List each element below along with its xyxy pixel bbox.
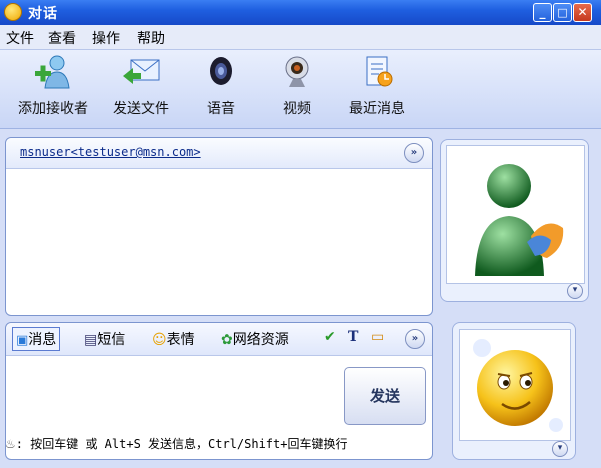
window-title: 对话 [28,6,58,22]
expand-contact-button[interactable]: » [404,143,424,163]
keyboard-icon: ♨ [5,437,16,451]
tab-web-resources-label: 网络资源 [232,332,289,348]
recent-messages-button[interactable]: 最近消息 [342,54,412,118]
voice-icon [201,54,241,90]
font-icon[interactable]: T [348,329,358,345]
tab-message[interactable]: ▣消息 [12,327,61,351]
tab-emoticon[interactable]: ☺表情 [152,329,195,349]
tab-emoticon-label: 表情 [166,332,195,348]
send-file-label: 发送文件 [113,101,169,117]
add-contact-icon [33,54,73,90]
msn-buddy-icon [475,164,564,276]
menu-file[interactable]: 文件 [6,28,34,48]
conversation-header: msnuser<testuser@msn.com> » [6,138,432,169]
expand-compose-button[interactable]: » [405,329,425,349]
emoticon-icon: ☺ [152,332,167,348]
menu-help[interactable]: 帮助 [137,28,165,48]
minimize-button[interactable]: _ [533,3,552,22]
contact-address[interactable]: msnuser<testuser@msn.com> [20,145,201,159]
background-icon[interactable]: ▭ [371,329,384,345]
compose-toolbar: ▣消息 ▤短信 ☺表情 ✿网络资源 ✔ T ▭ » [6,323,432,356]
send-hint: ♨: 按回车键 或 Alt+S 发送信息，Ctrl/Shift+回车键换行 [5,435,433,461]
sms-icon: ▤ [84,332,98,348]
conversation-window: 对话 _ □ ✕ 文件 查看 操作 帮助 添加接收者 发送文件 语音 视频 最近… [0,0,601,468]
close-button[interactable]: ✕ [573,3,592,22]
contact-avatar-panel: ▾ [440,139,589,302]
my-avatar-menu-button[interactable]: ▾ [552,441,568,457]
send-file-icon [121,54,161,90]
add-contact-label: 添加接收者 [18,101,88,117]
voice-label: 语音 [207,101,235,117]
smiley-avatar-icon [473,339,563,432]
app-smiley-icon [4,3,22,21]
conversation-history[interactable]: msnuser<testuser@msn.com> » [5,137,433,316]
menu-view[interactable]: 查看 [48,28,76,48]
webcam-icon [277,54,317,90]
my-avatar [459,329,571,441]
add-contact-button[interactable]: 添加接收者 [10,54,96,118]
my-avatar-panel: ▾ [452,322,576,460]
contact-avatar [446,145,585,284]
send-file-button[interactable]: 发送文件 [106,54,176,118]
tab-message-label: 消息 [28,332,57,348]
video-label: 视频 [283,101,311,117]
title-bar: 对话 _ □ ✕ [0,0,601,25]
maximize-button[interactable]: □ [553,3,572,22]
send-button[interactable]: 发送 [344,367,426,425]
send-hint-text: : 按回车键 或 Alt+S 发送信息，Ctrl/Shift+回车键换行 [15,437,348,451]
web-resources-icon: ✿ [221,332,233,348]
video-button[interactable]: 视频 [272,54,322,118]
tab-sms[interactable]: ▤短信 [84,329,125,349]
checkmark-icon[interactable]: ✔ [324,329,336,345]
recent-messages-label: 最近消息 [349,101,405,117]
menu-bar: 文件 查看 操作 帮助 [0,25,601,50]
voice-button[interactable]: 语音 [196,54,246,118]
toolbar: 添加接收者 发送文件 语音 视频 最近消息 [0,50,601,129]
message-icon: ▣ [16,333,29,348]
tab-sms-label: 短信 [97,332,126,348]
menu-actions[interactable]: 操作 [92,28,120,48]
recent-messages-icon [357,54,397,90]
contact-avatar-menu-button[interactable]: ▾ [567,283,583,299]
tab-web-resources[interactable]: ✿网络资源 [221,329,289,349]
